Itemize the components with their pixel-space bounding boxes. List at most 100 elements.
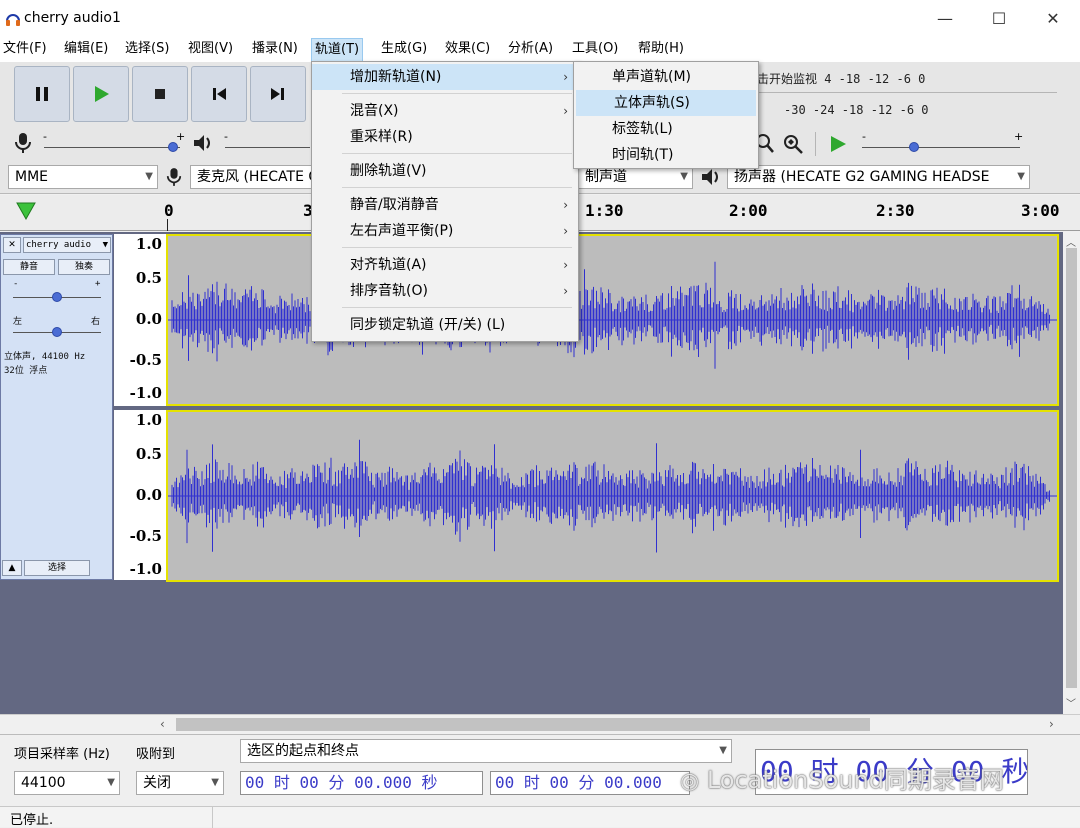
timeline-options-icon[interactable] [15, 201, 37, 221]
scroll-left-icon[interactable]: ‹ [160, 717, 165, 731]
menu-mix[interactable]: 混音(X) › [312, 98, 578, 124]
pan-thumb[interactable] [52, 327, 62, 337]
maximize-button[interactable]: ☐ [972, 0, 1026, 38]
menu-bar: 文件(F) 编辑(E) 选择(S) 视图(V) 播录(N) 轨道(T) 生成(G… [0, 38, 1080, 62]
solo-button[interactable]: 独奏 [58, 259, 110, 275]
menu-edit[interactable]: 编辑(E) [61, 38, 111, 62]
speed-thumb[interactable] [909, 142, 919, 152]
horizontal-scroll-thumb[interactable] [176, 718, 870, 731]
skip-end-button[interactable] [250, 66, 306, 122]
selection-start-time[interactable]: 00 时 00 分 00.000 秒 [240, 771, 483, 795]
track-name-menu[interactable]: cherry audio ▼ [23, 237, 111, 253]
track-control-panel: ✕ cherry audio ▼ 静音 独奏 - + 左 右 立体声, 44100… [0, 234, 113, 580]
window-title: cherry audio1 [24, 10, 121, 26]
zoom-toggle-icon[interactable] [782, 133, 804, 155]
collapse-track-button[interactable]: ▲ [2, 560, 22, 576]
vertical-scrollbar[interactable]: ︿ ﹀ [1063, 232, 1080, 714]
scroll-up-icon[interactable]: ︿ [1066, 234, 1076, 249]
pan-left-label: 左 [13, 317, 23, 327]
vruler-label: -1.0 [129, 560, 162, 578]
submenu-label-track[interactable]: 标签轨(L) [574, 116, 758, 142]
host-select[interactable]: MME ▼ [8, 165, 158, 189]
selection-end-time[interactable]: 00 时 00 分 00.000 [490, 771, 690, 795]
track-close-button[interactable]: ✕ [3, 237, 21, 253]
speaker-device-value: 扬声器 (HECATE G2 GAMING HEADSE [734, 169, 990, 185]
horizontal-scrollbar[interactable]: ‹ › [0, 714, 1080, 734]
menu-file[interactable]: 文件(F) [0, 38, 50, 62]
menu-generate[interactable]: 生成(G) [378, 38, 430, 62]
menu-transport[interactable]: 播录(N) [249, 38, 301, 62]
menu-mute-unmute[interactable]: 静音/取消静音 › [312, 192, 578, 218]
vruler-label: 0.5 [135, 445, 162, 463]
stop-button[interactable] [132, 66, 188, 122]
menu-help[interactable]: 帮助(H) [635, 38, 687, 62]
menu-view[interactable]: 视图(V) [185, 38, 236, 62]
play-icon [95, 86, 109, 102]
skip-start-button[interactable] [191, 66, 247, 122]
selection-mode-select[interactable]: 选区的起点和终点 ▼ [240, 739, 732, 763]
play-at-speed-icon[interactable] [828, 134, 848, 154]
waveform-channel-right[interactable] [166, 410, 1059, 582]
vertical-scroll-thumb[interactable] [1066, 248, 1077, 688]
close-button[interactable]: ✕ [1026, 0, 1080, 38]
stop-icon [155, 89, 165, 99]
status-divider [212, 807, 213, 828]
submenu-mono-track[interactable]: 单声道轨(M) [574, 64, 758, 90]
submenu-stereo-track[interactable]: 立体声轨(S) [576, 90, 756, 116]
ruler-tick: 0 [164, 201, 174, 220]
scroll-down-icon[interactable]: ﹀ [1066, 695, 1076, 710]
submenu-arrow-icon: › [563, 224, 568, 238]
ruler-tick: 1:30 [585, 201, 624, 220]
menu-item-label: 排序音轨(O) [350, 283, 428, 299]
menu-sort-tracks[interactable]: 排序音轨(O) › [312, 278, 578, 304]
waveform-channel-left[interactable] [166, 234, 1059, 406]
playback-meter-scale[interactable]: -30 -24 -18 -12 -6 0 [784, 103, 929, 117]
microphone-icon [15, 133, 31, 153]
rec-volume-thumb[interactable] [168, 142, 178, 152]
menu-resample[interactable]: 重采样(R) [312, 124, 578, 150]
speaker-device-select[interactable]: 扬声器 (HECATE G2 GAMING HEADSE ▼ [727, 165, 1030, 189]
speed-slider[interactable] [862, 147, 1020, 148]
rec-volume-slider[interactable] [44, 147, 180, 148]
menu-remove-tracks[interactable]: 删除轨道(V) [312, 158, 578, 184]
menu-select[interactable]: 选择(S) [122, 38, 172, 62]
menu-effect[interactable]: 效果(C) [442, 38, 493, 62]
track-name: cherry audio [26, 240, 92, 250]
track-menu: 增加新轨道(N) › 混音(X) › 重采样(R) 删除轨道(V) 静音/取消静音 ›… [311, 61, 579, 342]
menu-pan[interactable]: 左右声道平衡(P) › [312, 218, 578, 244]
mic-device-select[interactable]: 麦克风 (HECATE G [190, 165, 314, 189]
headphones-icon [6, 14, 20, 26]
gain-minus: - [13, 279, 19, 289]
mute-button[interactable]: 静音 [3, 259, 55, 275]
pause-button[interactable] [14, 66, 70, 122]
menu-tracks[interactable]: 轨道(T) [311, 38, 364, 62]
play-button[interactable] [73, 66, 129, 122]
snap-to-value: 关闭 [143, 775, 171, 791]
channel-right-vruler: 1.0 0.5 0.0 -0.5 -1.0 [114, 410, 166, 580]
track-select-button[interactable]: 选择 [24, 560, 90, 576]
gain-thumb[interactable] [52, 292, 62, 302]
menu-tools[interactable]: 工具(O) [569, 38, 621, 62]
menu-sync-lock[interactable]: 同步锁定轨道 (开/关) (L) [312, 312, 578, 338]
snap-to-select[interactable]: 关闭 ▼ [136, 771, 224, 795]
menu-analyze[interactable]: 分析(A) [505, 38, 556, 62]
chevron-down-icon: ▼ [145, 171, 153, 182]
play-volume-slider[interactable] [225, 147, 310, 148]
vruler-label: 0.5 [135, 269, 162, 287]
menu-add-new-track[interactable]: 增加新轨道(N) › [312, 64, 578, 90]
project-rate-select[interactable]: 44100 ▼ [14, 771, 120, 795]
submenu-arrow-icon: › [563, 70, 568, 84]
submenu-time-track[interactable]: 时间轨(T) [574, 142, 758, 168]
menu-item-label: 增加新轨道(N) [350, 69, 442, 85]
speaker-icon [194, 135, 210, 151]
record-meter-scale[interactable]: 击开始监视 4 -18 -12 -6 0 [757, 70, 925, 87]
scroll-right-icon[interactable]: › [1049, 717, 1054, 731]
project-rate-value: 44100 [21, 775, 66, 791]
rec-volume-plus: + [176, 130, 186, 143]
minimize-button[interactable]: — [918, 0, 972, 38]
menu-align-tracks[interactable]: 对齐轨道(A) › [312, 252, 578, 278]
ruler-tick-mark [167, 219, 168, 231]
vruler-label: -0.5 [129, 527, 162, 545]
microphone-device-icon [166, 168, 182, 186]
ruler-tick: 2:00 [729, 201, 768, 220]
